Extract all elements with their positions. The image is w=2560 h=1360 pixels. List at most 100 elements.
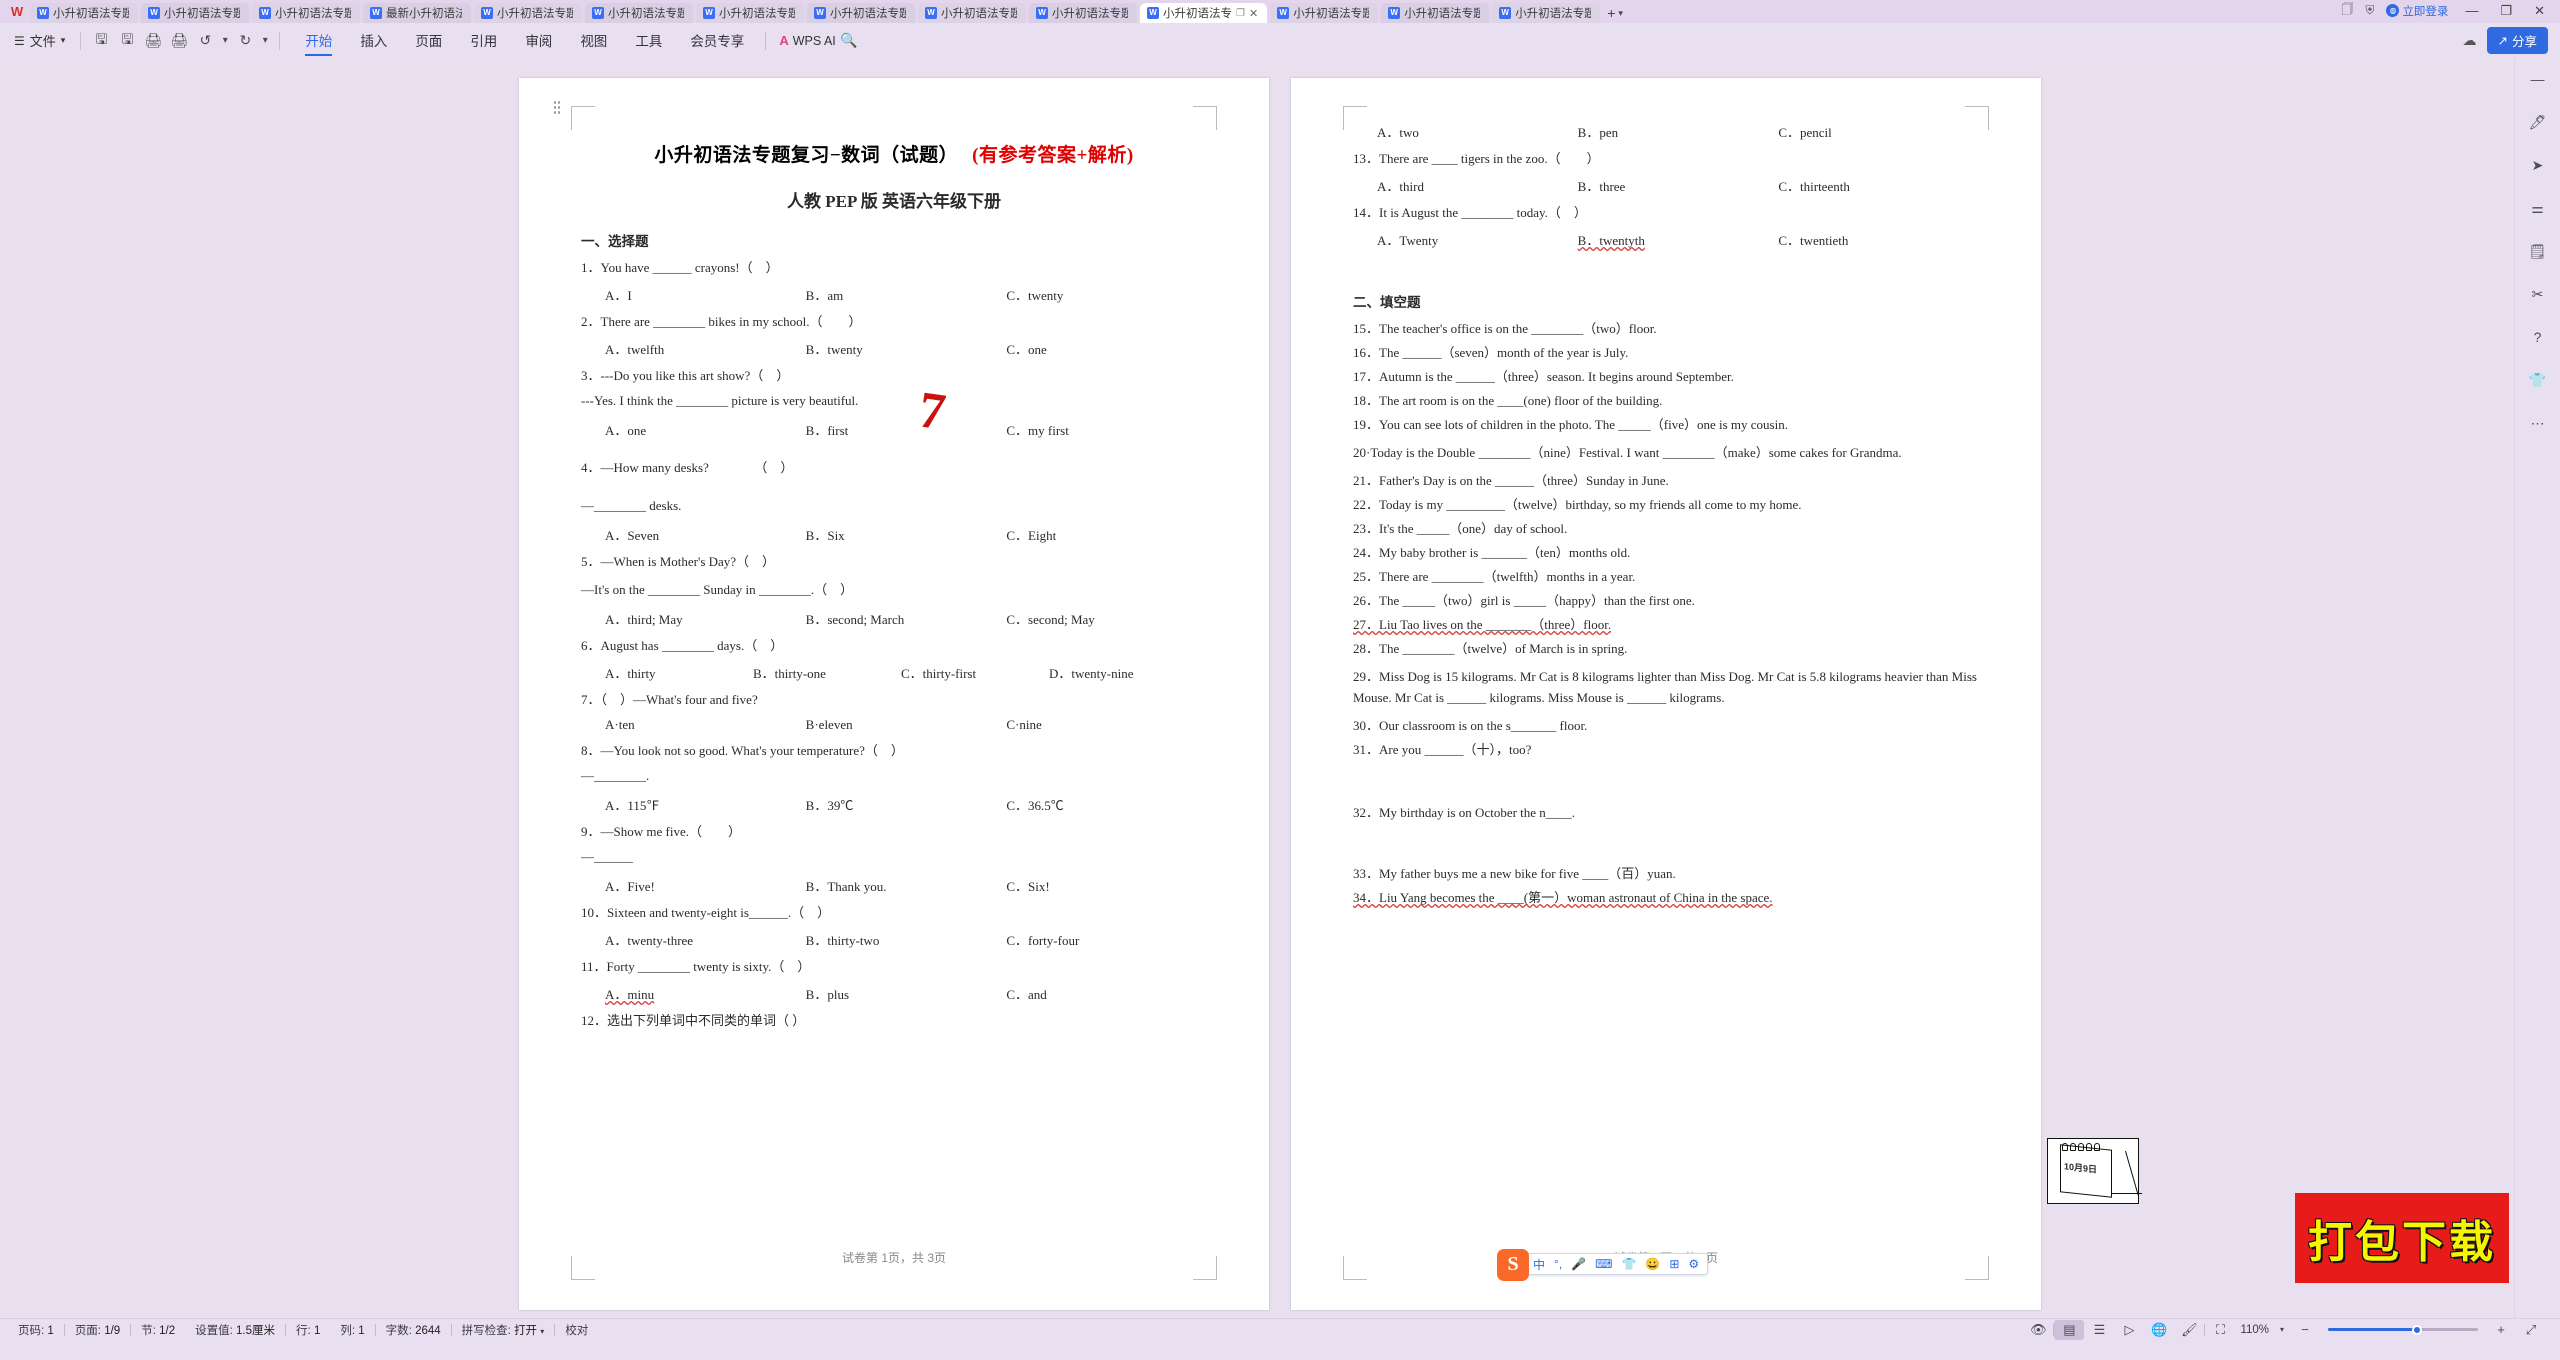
redo-icon[interactable]: ↻ [232,29,258,53]
fullscreen-button[interactable]: ⤢ [2516,1320,2546,1340]
collapse-icon[interactable]: — [2525,68,2551,90]
tools-icon[interactable]: ✂ [2525,283,2551,305]
pen-icon[interactable]: 🖊 [2525,111,2551,133]
document-tab[interactable]: W小升初语法专题复习 [1270,3,1379,23]
shield-icon[interactable]: ⛨ [2365,3,2374,18]
redo-dropdown-icon[interactable]: ▾ [258,29,272,53]
web-view-icon[interactable]: 🌐 [2144,1320,2174,1340]
keyboard-icon[interactable]: ⌨ [1595,1257,1612,1271]
document-page-1[interactable]: 小升初语法专题复习−数词（试题） (有参考答案+解析) 人教 PEP 版 英语六年… [519,78,1269,1310]
calendar-image[interactable]: 10月9日 [2047,1138,2142,1204]
ime-punctuation-toggle[interactable]: °, [1554,1257,1562,1271]
status-word-count[interactable]: 字数: 2644 [376,1322,451,1338]
word-file-icon: W [1499,7,1512,19]
chevron-down-icon[interactable]: ▾ [540,1327,544,1336]
option-c: C．twentieth [1778,233,1849,248]
share-button[interactable]: ↗ 分享 [2486,27,2548,54]
tab-view[interactable]: 视图 [566,27,621,55]
sogou-ime-logo-icon[interactable]: S [1497,1249,1529,1281]
save-as-icon[interactable]: 🖫 [114,29,140,53]
tab-insert[interactable]: 插入 [346,27,401,55]
cloud-icon[interactable]: ☁ [2463,32,2477,49]
tab-page[interactable]: 页面 [401,27,456,55]
more-icon[interactable]: ⋯ [2525,412,2551,434]
question-33: 33．My father buys me a new bike for five… [1353,866,1676,882]
share-label: 分享 [2511,35,2537,49]
play-icon[interactable]: ▷ [2114,1320,2144,1340]
new-tab-button[interactable]: + ▾ [1603,5,1629,23]
settings-icon[interactable]: ⚙ [1688,1257,1699,1271]
tab-member[interactable]: 会员专享 [676,27,758,55]
help-icon[interactable]: ? [2525,326,2551,348]
hamburger-icon: ☰ [14,33,25,48]
file-menu-button[interactable]: ☰ 文件 ▾ [8,31,73,50]
tab-start[interactable]: 开始 [291,27,346,56]
login-button[interactable]: ◍ 立即登录 [2386,3,2448,19]
row-label: 行: [296,1324,311,1337]
ime-language-toggle[interactable]: 中 [1533,1256,1545,1273]
document-tab[interactable]: W小升初语法专题复习 [252,3,360,23]
question-4-cont: —________ desks. [581,498,682,513]
tab-review[interactable]: 审阅 [511,27,566,55]
zoom-level[interactable]: 110% [2235,1324,2274,1336]
status-proofread[interactable]: 校对 [555,1322,598,1338]
paragraph-drag-handle[interactable] [553,100,561,116]
document-tab[interactable]: W小升初语法专题复习 [918,3,1026,23]
print-icon[interactable]: 🖨 [140,29,166,53]
document-page-2[interactable]: A．two B．pen C．pencil 13．There are ____ tig… [1291,78,2142,1310]
ribbon-toolbar: ☰ 文件 ▾ 🖫 🖫 🖨 🖨 ↺ ▾ ↻ ▾ 开始 插入 页面 引用 审阅 视图… [0,23,2560,58]
mic-icon[interactable]: 🎤 [1571,1257,1586,1271]
eye-icon[interactable]: 👁 [2023,1320,2053,1340]
zoom-out-button[interactable]: − [2290,1320,2320,1340]
zoom-slider[interactable] [2328,1324,2478,1335]
copy-icon[interactable]: 🗍 [2341,0,2353,21]
document-tab[interactable]: W小升初语法专题复习 [807,3,915,23]
brush-icon[interactable]: 🖌 [2174,1320,2204,1340]
print-preview-icon[interactable]: 🖨 [166,29,192,53]
active-document-tab[interactable]: W 小升初语法专 ❐ ✕ [1140,3,1268,23]
chevron-down-icon[interactable]: ▾ [2274,1320,2290,1340]
ime-toolbar[interactable]: S 中 °, 🎤 ⌨ 👕 😀 ⊞ ⚙ [1497,1249,1709,1281]
close-button[interactable]: ✕ [2529,3,2550,19]
apps-icon[interactable]: ⊞ [1669,1257,1679,1271]
cursor-icon[interactable]: ➤ [2525,154,2551,176]
tab-label: 小升初语法专题复习 [164,8,240,20]
fit-icon[interactable]: ⛶ [2205,1320,2235,1340]
restore-button[interactable]: ❐ [2495,3,2517,19]
document-tab[interactable]: W小升初语法专题复习 [30,3,138,23]
tab-tools[interactable]: 工具 [621,27,676,55]
skin-icon[interactable]: 👕 [2525,369,2551,391]
col-value: 1 [358,1324,365,1337]
tab-reference[interactable]: 引用 [456,27,511,55]
zoom-slider-knob[interactable] [2412,1324,2422,1335]
status-spellcheck[interactable]: 拼写检查: 打开 ▾ [452,1322,555,1338]
question-31: 31．Are you ______（十），too? [1353,742,1532,758]
undo-dropdown-icon[interactable]: ▾ [218,29,232,53]
download-watermark[interactable]: 打包下载 [2295,1193,2509,1283]
skin-icon[interactable]: 👕 [1621,1257,1636,1271]
emoji-icon[interactable]: 😀 [1645,1257,1660,1271]
document-tab[interactable]: W小升初语法专题复习 [474,3,582,23]
outline-view-icon[interactable]: ☰ [2084,1320,2114,1340]
minimize-button[interactable]: — [2460,3,2483,18]
tab-close-icon[interactable]: ✕ [1249,7,1258,20]
status-bar: 页码: 1 页面: 1/9 节: 1/2 设置值: 1.5厘米 行: 1 列: … [0,1318,2560,1340]
document-tab[interactable]: W小升初语法专题复习 [1381,3,1490,23]
slider-icon[interactable]: ⚌ [2525,197,2551,219]
tab-restore-icon[interactable]: ❐ [1236,8,1245,19]
document-tab[interactable]: W小升初语法专题复习 [1029,3,1137,23]
zoom-in-button[interactable]: + [2486,1320,2516,1340]
document-tab[interactable]: W 最新小升初语法专题 [363,3,471,23]
wps-ai-button[interactable]: A WPS AI [779,33,835,48]
document-tab[interactable]: W小升初语法专题复习 [696,3,804,23]
document-tab[interactable]: W小升初语法专题复习 [141,3,249,23]
chevron-down-icon[interactable]: ▾ [1618,8,1623,19]
document-tab[interactable]: W小升初语法专题复习 [585,3,693,23]
page-view-icon[interactable]: ▤ [2054,1319,2085,1340]
scan-icon[interactable]: 🗒 [2525,240,2551,262]
save-icon[interactable]: 🖫 [88,29,114,53]
document-tab[interactable]: W小升初语法专题复习 [1492,3,1601,23]
setting-label: 设置值: [195,1324,233,1337]
search-icon[interactable]: 🔍 [836,29,862,53]
undo-icon[interactable]: ↺ [192,29,218,53]
